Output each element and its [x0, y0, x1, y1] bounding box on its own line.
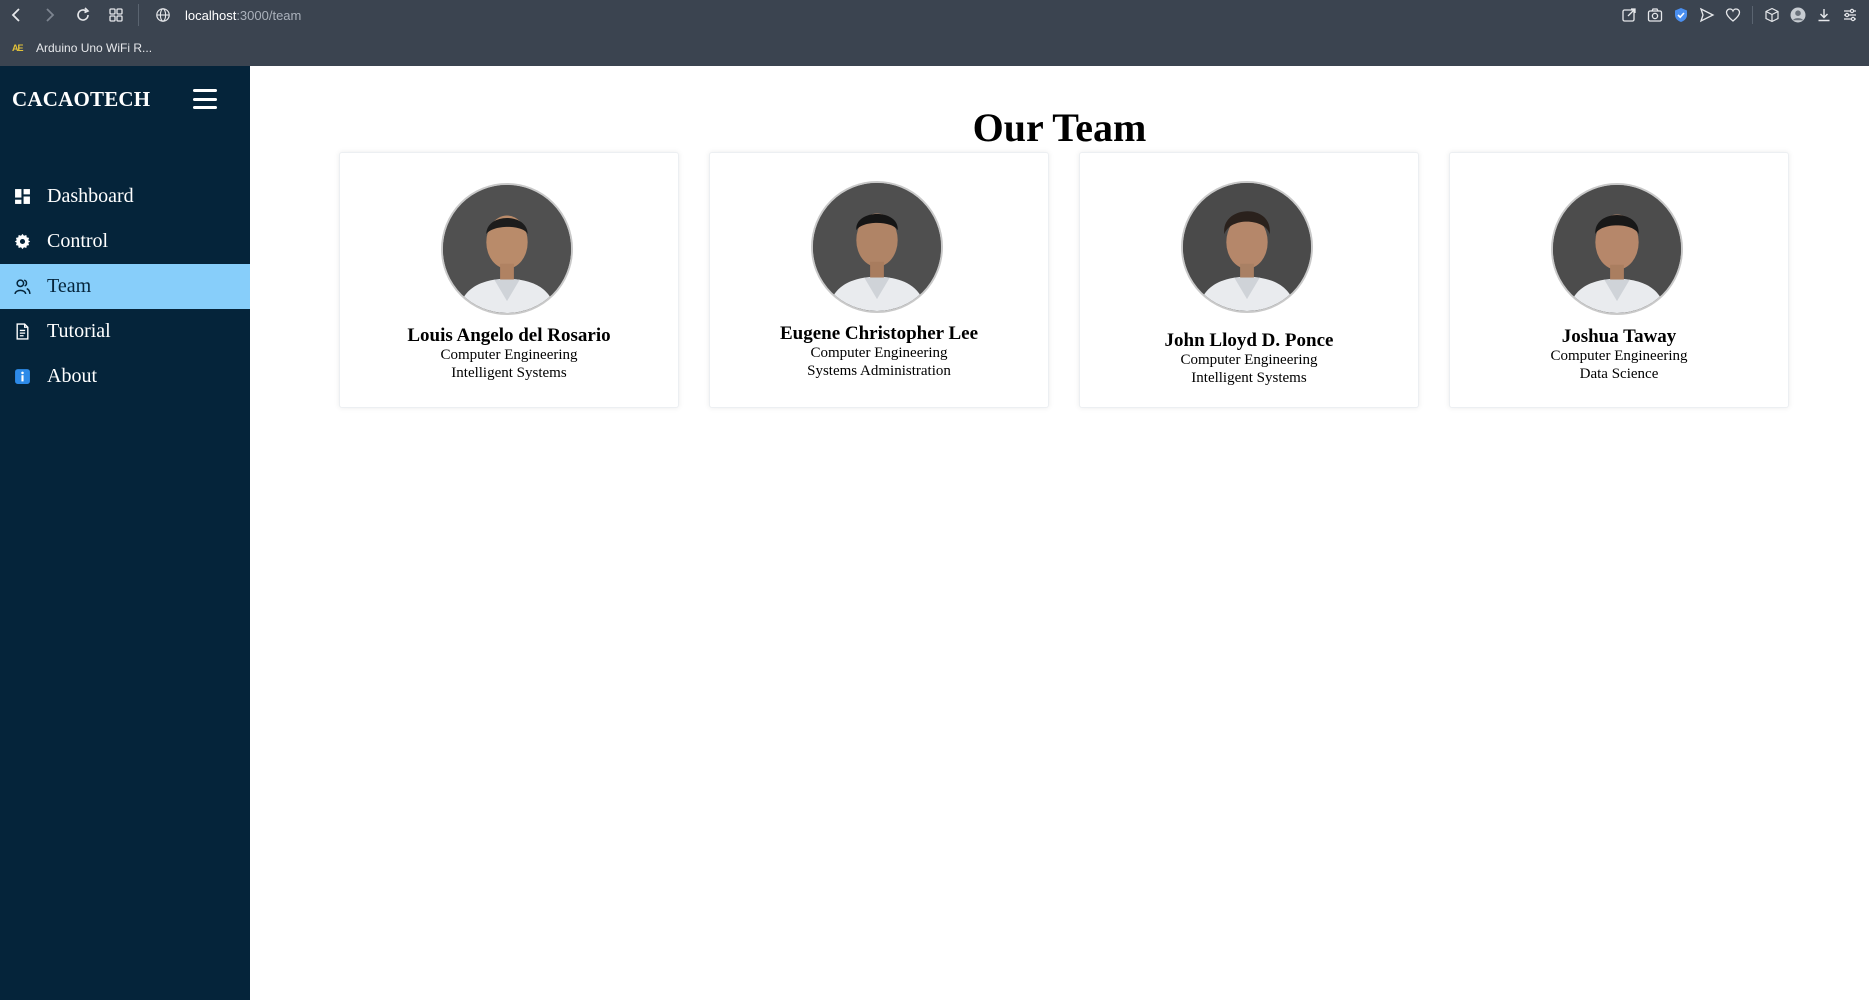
download-icon [1818, 9, 1830, 22]
vpn-shield-button[interactable] [1668, 3, 1694, 27]
settings-menu-button[interactable] [1837, 3, 1863, 27]
share-icon [1622, 8, 1636, 22]
shield-icon [1675, 8, 1687, 22]
member-program: Computer Engineering [1180, 352, 1318, 368]
url-text: localhost:3000/team [185, 8, 301, 23]
globe-icon [156, 8, 170, 22]
tabs-grid-button[interactable] [105, 4, 127, 26]
sliders-icon [1844, 8, 1856, 22]
portrait-icon [1183, 183, 1311, 311]
team-member-card: Eugene Christopher Lee Computer Engineer… [709, 152, 1049, 408]
back-arrow-icon [11, 8, 20, 22]
member-track: Systems Administration [807, 363, 951, 379]
toolbar-actions [1616, 3, 1863, 27]
sidebar-item-label: Control [47, 230, 109, 252]
info-icon [13, 368, 31, 386]
member-photo [811, 181, 943, 313]
sidebar-item-control[interactable]: Control [0, 219, 250, 264]
member-program: Computer Engineering [810, 345, 948, 361]
forward-arrow-icon [46, 8, 55, 22]
member-name: Joshua Taway [1561, 326, 1677, 347]
sidebar-item-tutorial[interactable]: Tutorial [0, 309, 250, 354]
member-photo [1551, 183, 1683, 315]
member-track: Intelligent Systems [1191, 370, 1307, 386]
portrait-icon [1553, 185, 1681, 313]
brand-logo[interactable]: CACAOTECH [12, 87, 150, 112]
camera-icon [1647, 8, 1663, 22]
url-host: localhost [185, 7, 237, 23]
sidebar-item-label: Tutorial [47, 320, 111, 342]
sidebar-item-team[interactable]: Team [0, 264, 250, 309]
share-button[interactable] [1616, 3, 1642, 27]
avatar-icon [1790, 7, 1806, 23]
team-member-card: John Lloyd D. Ponce Computer Engineering… [1079, 152, 1419, 408]
dashboard-icon [13, 188, 31, 206]
portrait-icon [443, 185, 571, 313]
member-name: Louis Angelo del Rosario [407, 325, 611, 346]
grid-icon [109, 8, 123, 22]
member-program: Computer Engineering [1550, 348, 1688, 364]
member-name: John Lloyd D. Ponce [1164, 330, 1334, 351]
send-button[interactable] [1694, 3, 1720, 27]
hamburger-menu-icon[interactable] [193, 89, 217, 109]
team-member-card: Louis Angelo del Rosario Computer Engine… [339, 152, 679, 408]
extensions-button[interactable] [1759, 3, 1785, 27]
sidebar-item-label: Team [47, 275, 92, 297]
member-photo [1181, 181, 1313, 313]
sidebar-item-dashboard[interactable]: Dashboard [0, 174, 250, 219]
toolbar-divider [138, 4, 139, 26]
member-track: Data Science [1579, 366, 1659, 382]
member-track: Intelligent Systems [451, 365, 567, 381]
document-icon [13, 323, 31, 341]
sidebar-item-label: Dashboard [47, 185, 134, 207]
bookmarks-bar: AE Arduino Uno WiFi R... [0, 36, 1869, 60]
cube-icon [1765, 7, 1779, 23]
reload-icon [77, 7, 90, 21]
member-name: Eugene Christopher Lee [779, 323, 979, 344]
page-title: Our Team [972, 105, 1147, 150]
portrait-icon [813, 183, 941, 311]
team-icon [13, 278, 31, 296]
reload-button[interactable] [72, 4, 94, 26]
sidebar-item-label: About [47, 365, 97, 387]
browser-toolbar: localhost:3000/team AE Arduino Uno WiFi … [0, 0, 1869, 66]
arduino-bookmark-icon: AE [12, 43, 24, 53]
member-photo [441, 183, 573, 315]
url-path: :3000/team [236, 7, 302, 23]
sidebar-item-about[interactable]: About [0, 354, 250, 399]
sidebar: CACAOTECH Dashboard Control Team Tutoria… [0, 66, 250, 1000]
snapshot-button[interactable] [1642, 3, 1668, 27]
main-content: Our Team Louis Angelo del Rosario Comput… [250, 66, 1869, 1000]
member-program: Computer Engineering [440, 347, 578, 363]
bookmark-arduino[interactable]: Arduino Uno WiFi R... [36, 41, 152, 55]
forward-button[interactable] [38, 4, 60, 26]
team-cards: Louis Angelo del Rosario Computer Engine… [339, 152, 1791, 408]
profile-button[interactable] [1785, 3, 1811, 27]
heart-icon [1725, 8, 1741, 22]
gear-icon [13, 233, 31, 251]
team-member-card: Joshua Taway Computer Engineering Data S… [1449, 152, 1789, 408]
send-icon [1699, 7, 1715, 23]
toolbar-separator [1752, 6, 1753, 24]
address-row: localhost:3000/team [0, 0, 1869, 30]
sidebar-menu: Dashboard Control Team Tutorial About [0, 174, 250, 399]
address-bar[interactable]: localhost:3000/team [155, 2, 755, 28]
downloads-button[interactable] [1811, 3, 1837, 27]
favorite-button[interactable] [1720, 3, 1746, 27]
back-button[interactable] [6, 4, 28, 26]
